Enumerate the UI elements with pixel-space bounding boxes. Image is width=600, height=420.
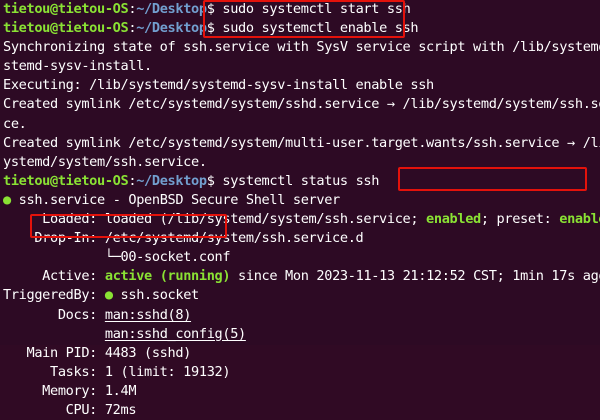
status-active-label: Active: [3,268,105,285]
status-dropin-line: Drop-In: /etc/systemd/system/ssh.service… [3,230,364,247]
status-dropin-tree: └─00-socket.conf [3,249,231,266]
status-service-name: ssh.service - OpenBSD Secure Shell serve… [10,191,341,208]
prompt-path: ~/Desktop [136,20,207,37]
status-memory-line: Memory: 1.4M [3,382,137,399]
status-triggered-label: TriggeredBy: [3,287,105,304]
command-status-ssh: systemctl status ssh [222,172,380,189]
command-start-ssh: sudo systemctl start ssh [222,1,411,17]
status-active-value: active (running) [104,268,231,285]
socket-dot-icon: ● [104,287,113,304]
status-docs-line-2: man:sshd_config(5) [3,325,600,344]
output-symlink1-line-1: Created symlink /etc/systemd/system/sshd… [3,96,600,113]
status-docs-label: Docs: [3,306,105,323]
prompt-path: ~/Desktop [136,1,207,17]
prompt-symbol: $ [206,20,223,37]
prompt-line-start: tietou@tietou-OS:~/Desktop$ sudo systemc… [3,0,600,19]
status-loaded-mid: ; preset: [480,211,560,228]
prompt-line-enable: tietou@tietou-OS:~/Desktop$ sudo systemc… [3,19,600,38]
status-docs-indent [3,326,105,342]
status-service-line: ● ssh.service - OpenBSD Secure Shell ser… [3,191,600,210]
prompt-line-status: tietou@tietou-OS:~/Desktop$ systemctl st… [3,172,600,191]
prompt-user: tietou@tietou-OS [3,1,129,17]
status-loaded-enabled: enabled [426,211,481,228]
status-triggered-line: TriggeredBy: ● ssh.socket [3,286,600,305]
output-exec-line: Executing: /lib/systemd/systemd-sysv-ins… [3,77,434,94]
status-tasks-line: Tasks: 1 (limit: 19132) [3,363,231,380]
status-cpu-line: CPU: 72ms [3,401,137,418]
output-symlink2-line-2: ystemd/system/ssh.service. [3,153,207,170]
status-triggered-value: ssh.socket [112,287,200,304]
status-loaded-text: Loaded: loaded (/lib/systemd/system/ssh.… [3,211,427,228]
status-loaded-preset: enabled [559,211,600,228]
prompt-path: ~/Desktop [136,172,207,189]
output-symlink1-line-2: ce. [3,115,27,132]
prompt-symbol: $ [206,172,223,189]
status-active-since: since Mon 2023-11-13 21:12:52 CST; 1min … [230,268,600,285]
prompt-symbol: $ [206,1,223,17]
terminal-window[interactable]: tietou@tietou-OS:~/Desktop$ sudo systemc… [0,0,600,418]
docs-link-sshd-config[interactable]: man:sshd_config(5) [105,326,246,342]
status-mainpid-line: Main PID: 4483 (sshd) [3,344,192,361]
prompt-user: tietou@tietou-OS [3,172,129,189]
status-loaded-line: Loaded: loaded (/lib/systemd/system/ssh.… [3,210,600,229]
status-docs-line: Docs: man:sshd(8) [3,306,600,325]
output-sync-line-1: Synchronizing state of ssh.service with … [3,39,600,56]
command-enable-ssh: sudo systemctl enable ssh [222,20,419,37]
status-dot-icon: ● [3,191,11,208]
docs-link-sshd[interactable]: man:sshd(8) [105,307,192,323]
output-sync-line-2: stemd-sysv-install. [3,58,152,75]
output-symlink2-line-1: Created symlink /etc/systemd/system/mult… [3,134,600,151]
prompt-user: tietou@tietou-OS [3,20,129,37]
status-active-line: Active: active (running) since Mon 2023-… [3,267,600,286]
